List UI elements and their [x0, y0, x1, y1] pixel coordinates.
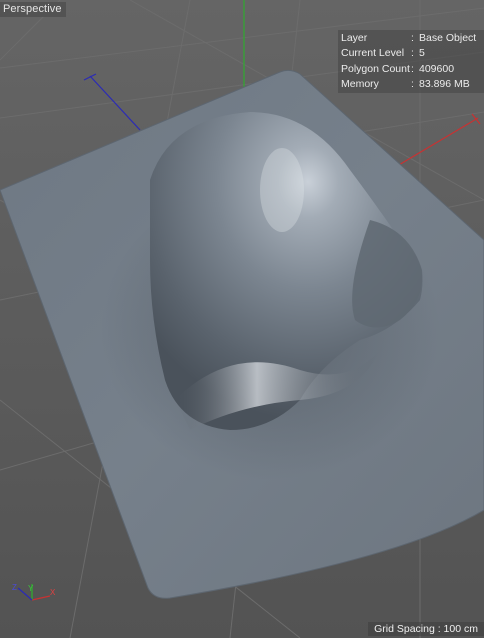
gizmo-x-label: X: [50, 588, 56, 597]
hud-row-current-level: Current Level : 5: [341, 46, 484, 61]
hud-value: 5: [419, 47, 425, 60]
viewport-name-label[interactable]: Perspective: [0, 2, 66, 17]
axis-gizmo-icon: Z Y X: [12, 583, 56, 601]
hud-separator: :: [411, 62, 414, 75]
hud-row-memory: Memory : 83.896 MB: [341, 77, 484, 92]
hud-row-layer: Layer : Base Object: [341, 31, 484, 46]
hud-info-panel: Layer : Base Object Current Level : 5 Po…: [338, 30, 484, 94]
hud-row-polygon-count: Polygon Count : 409600: [341, 62, 484, 77]
editor-viewport[interactable]: Perspective Layer : Base Object Current …: [0, 0, 484, 638]
mound-specular: [260, 148, 304, 232]
hud-value: 409600: [419, 62, 455, 75]
hud-key: Layer: [341, 32, 368, 44]
gizmo-z-label: Z: [12, 583, 17, 592]
hud-key: Polygon Count: [341, 62, 410, 75]
scene-canvas[interactable]: [0, 0, 484, 638]
hud-key: Memory: [341, 77, 379, 90]
hud-separator: :: [411, 47, 414, 60]
hud-separator: :: [411, 77, 414, 90]
hud-value: 83.896 MB: [419, 77, 470, 90]
grid-spacing-readout: Grid Spacing : 100 cm: [368, 622, 484, 636]
hud-separator: :: [411, 32, 414, 44]
gizmo-x-axis: [31, 595, 51, 601]
hud-key: Current Level: [341, 47, 405, 60]
gizmo-y-label: Y: [28, 584, 34, 593]
hud-value: Base Object: [419, 32, 477, 44]
